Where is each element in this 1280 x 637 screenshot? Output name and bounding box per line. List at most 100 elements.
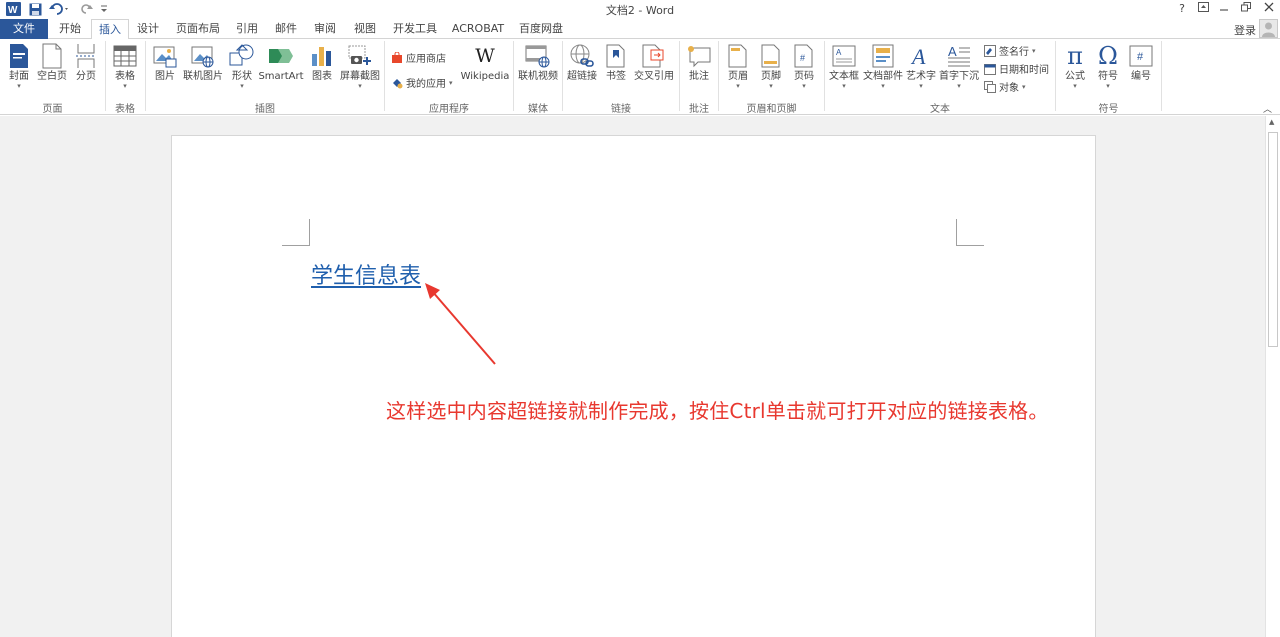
app-store-label: 应用商店 xyxy=(406,54,446,65)
margin-corner-mark xyxy=(282,219,310,246)
cover-page-button[interactable]: 封面 ▾ xyxy=(4,42,34,90)
tab-page-layout[interactable]: 页面布局 xyxy=(171,19,225,39)
minimize-icon[interactable] xyxy=(1214,1,1234,17)
table-icon xyxy=(112,42,138,70)
chevron-down-icon: ▾ xyxy=(1032,46,1036,55)
drop-cap-button[interactable]: A 首字下沉 ▾ xyxy=(938,42,980,90)
object-button[interactable]: 对象 ▾ xyxy=(983,79,1026,94)
group-divider xyxy=(1161,41,1162,111)
chevron-down-icon: ▾ xyxy=(240,82,244,90)
page-number-button[interactable]: # 页码 ▾ xyxy=(790,42,818,90)
blank-page-icon xyxy=(39,42,65,70)
restore-icon[interactable] xyxy=(1236,1,1256,17)
tab-view[interactable]: 视图 xyxy=(348,19,382,39)
tab-file[interactable]: 文件 xyxy=(0,19,48,39)
chart-button[interactable]: 图表 xyxy=(308,42,336,83)
bookmark-label: 书签 xyxy=(606,71,626,82)
screenshot-button[interactable]: 屏幕截图 ▾ xyxy=(338,42,382,90)
ribbon-display-icon[interactable] xyxy=(1193,1,1213,17)
pi-icon: π xyxy=(1067,42,1083,70)
page-number-icon: # xyxy=(791,42,817,70)
scroll-up-icon[interactable]: ▲ xyxy=(1269,118,1274,126)
login-link[interactable]: 登录 xyxy=(1234,22,1256,38)
cross-reference-button[interactable]: 交叉引用 xyxy=(632,42,676,83)
annotation-text: 这样选中内容超链接就制作完成，按住Ctrl单击就可打开对应的链接表格。 xyxy=(386,399,1049,423)
wikipedia-button[interactable]: W Wikipedia xyxy=(460,42,510,83)
close-icon[interactable] xyxy=(1259,1,1279,17)
group-label-pages: 页面 xyxy=(42,104,63,115)
tab-insert[interactable]: 插入 xyxy=(91,19,129,40)
calendar-icon xyxy=(983,62,996,75)
svg-text:#: # xyxy=(1137,51,1144,63)
tab-mailings[interactable]: 邮件 xyxy=(269,19,303,39)
object-icon xyxy=(983,80,996,93)
wordart-button[interactable]: A 艺术字 ▾ xyxy=(905,42,937,90)
number-label: 编号 xyxy=(1131,71,1151,82)
group-label-illustrations: 插图 xyxy=(255,104,275,115)
table-button[interactable]: 表格 ▾ xyxy=(110,42,140,90)
app-store-button[interactable]: 应用商店 xyxy=(390,50,446,65)
footer-button[interactable]: 页脚 ▾ xyxy=(757,42,785,90)
comment-icon xyxy=(686,42,712,70)
cover-page-icon xyxy=(6,42,32,70)
comment-button[interactable]: 批注 xyxy=(684,42,714,83)
my-apps-icon xyxy=(390,76,403,89)
tab-home[interactable]: 开始 xyxy=(52,19,88,39)
document-page[interactable] xyxy=(171,135,1096,637)
date-time-button[interactable]: 日期和时间 xyxy=(983,61,1049,76)
tab-design[interactable]: 设计 xyxy=(131,19,165,39)
group-label-apps: 应用程序 xyxy=(429,104,469,115)
bookmark-button[interactable]: 书签 xyxy=(602,42,630,83)
signature-line-icon xyxy=(983,44,996,57)
cross-reference-icon xyxy=(641,42,667,70)
number-icon: # xyxy=(1128,42,1154,70)
online-picture-button[interactable]: 联机图片 xyxy=(181,42,225,83)
symbol-button[interactable]: Ω 符号 ▾ xyxy=(1094,42,1122,90)
scroll-thumb[interactable] xyxy=(1268,132,1278,347)
help-button[interactable]: ? xyxy=(1172,1,1192,17)
online-video-label: 联机视频 xyxy=(518,71,558,82)
title-bar: W 文档2 - Word ? xyxy=(0,0,1280,19)
picture-button[interactable]: 图片 xyxy=(151,42,179,83)
header-icon xyxy=(725,42,751,70)
online-picture-label: 联机图片 xyxy=(183,71,223,82)
vertical-scrollbar[interactable]: ▲ xyxy=(1265,116,1280,637)
user-avatar[interactable] xyxy=(1259,19,1278,38)
quick-parts-button[interactable]: 文档部件 ▾ xyxy=(862,42,904,90)
my-apps-button[interactable]: 我的应用 ▾ xyxy=(390,75,453,90)
signature-line-button[interactable]: 签名行 ▾ xyxy=(983,43,1036,58)
annotation-arrow xyxy=(425,283,496,365)
hyperlink-heading[interactable]: 学生信息表 xyxy=(311,258,421,290)
blank-page-label: 空白页 xyxy=(37,71,67,82)
tab-baidu-netdisk[interactable]: 百度网盘 xyxy=(514,19,568,39)
chevron-down-icon: ▾ xyxy=(736,82,740,90)
tab-review[interactable]: 审阅 xyxy=(308,19,342,39)
shapes-button[interactable]: 形状 ▾ xyxy=(228,42,256,90)
collapse-ribbon-icon[interactable]: ︿ xyxy=(1263,102,1272,115)
online-video-button[interactable]: 联机视频 xyxy=(516,42,560,83)
group-label-tables: 表格 xyxy=(115,104,135,115)
hyperlink-button[interactable]: 超链接 xyxy=(566,42,598,83)
wikipedia-label: Wikipedia xyxy=(460,71,510,82)
chevron-down-icon: ▾ xyxy=(881,82,885,90)
blank-page-button[interactable]: 空白页 xyxy=(35,42,69,83)
ribbon-tabs: 文件 开始 插入 设计 页面布局 引用 邮件 审阅 视图 开发工具 ACROBA… xyxy=(0,19,1280,40)
smartart-button[interactable]: SmartArt xyxy=(258,42,304,83)
group-label-symbols: 符号 xyxy=(1098,104,1119,115)
date-time-label: 日期和时间 xyxy=(999,65,1049,76)
chevron-down-icon: ▾ xyxy=(802,82,806,90)
chevron-down-icon: ▾ xyxy=(123,82,127,90)
chevron-down-icon: ▾ xyxy=(17,82,21,90)
tab-references[interactable]: 引用 xyxy=(230,19,264,39)
signature-line-label: 签名行 xyxy=(999,47,1029,58)
page-break-button[interactable]: 分页 xyxy=(72,42,100,83)
text-box-button[interactable]: A 文本框 ▾ xyxy=(827,42,861,90)
my-apps-label: 我的应用 xyxy=(406,79,446,90)
tab-developer[interactable]: 开发工具 xyxy=(388,19,442,39)
drop-cap-icon: A xyxy=(946,42,972,70)
comment-label: 批注 xyxy=(689,71,709,82)
number-button[interactable]: # 编号 xyxy=(1127,42,1155,83)
tab-acrobat[interactable]: ACROBAT xyxy=(448,19,508,39)
equation-button[interactable]: π 公式 ▾ xyxy=(1061,42,1089,90)
header-button[interactable]: 页眉 ▾ xyxy=(724,42,752,90)
